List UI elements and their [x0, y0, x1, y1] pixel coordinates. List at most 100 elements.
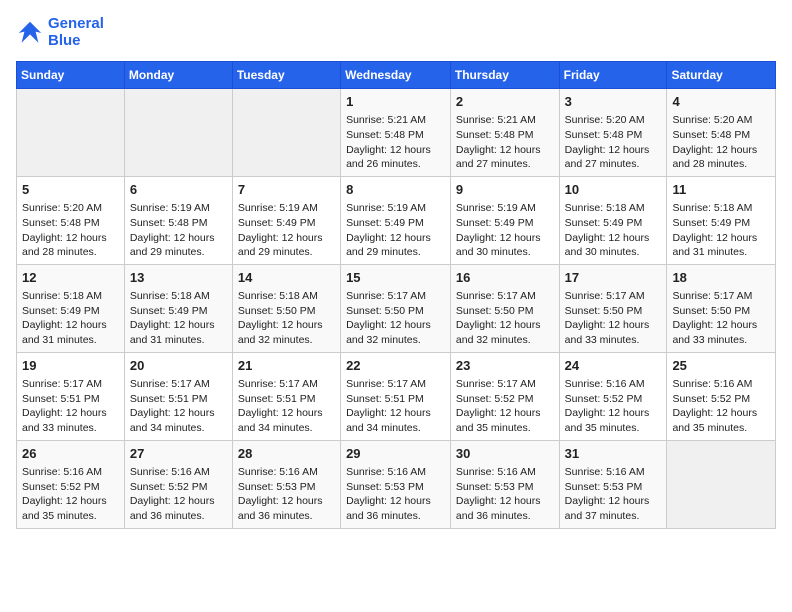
calendar-day-cell: 28Sunrise: 5:16 AMSunset: 5:53 PMDayligh… — [232, 440, 340, 528]
calendar-day-cell: 11Sunrise: 5:18 AMSunset: 5:49 PMDayligh… — [667, 176, 776, 264]
day-info: Daylight: 12 hours and 26 minutes. — [346, 143, 445, 172]
day-info: Sunset: 5:49 PM — [238, 216, 335, 231]
day-info: Sunrise: 5:21 AM — [456, 113, 554, 128]
calendar-day-cell: 10 Sunrise: 5:18 AMSunset: 5:49 PMDayligh… — [559, 176, 667, 264]
day-info: Sunrise: 5:18 AM — [565, 201, 662, 216]
day-info: Sunset: 5:49 PM — [130, 304, 227, 319]
day-info: Sunrise: 5:16 AM — [672, 377, 770, 392]
calendar-week-row: 19Sunrise: 5:17 AMSunset: 5:51 PMDayligh… — [17, 352, 776, 440]
day-info: Daylight: 12 hours and 32 minutes. — [456, 318, 554, 347]
day-info: Sunrise: 5:17 AM — [346, 289, 445, 304]
day-info: Daylight: 12 hours and 27 minutes. — [456, 143, 554, 172]
day-number: 12 — [22, 269, 119, 287]
day-number: 20 — [130, 357, 227, 375]
day-info: Sunset: 5:48 PM — [346, 128, 445, 143]
day-info: Daylight: 12 hours and 32 minutes. — [238, 318, 335, 347]
weekday-header-cell: Sunday — [17, 62, 125, 89]
day-info: Sunset: 5:51 PM — [22, 392, 119, 407]
day-number: 24 — [565, 357, 662, 375]
day-info: Daylight: 12 hours and 35 minutes. — [565, 406, 662, 435]
day-number: 21 — [238, 357, 335, 375]
day-info: Sunset: 5:50 PM — [238, 304, 335, 319]
calendar-day-cell: 3Sunrise: 5:20 AMSunset: 5:48 PMDaylight… — [559, 89, 667, 177]
day-info: Sunset: 5:52 PM — [456, 392, 554, 407]
day-info: Sunset: 5:53 PM — [346, 480, 445, 495]
day-info: Sunset: 5:52 PM — [565, 392, 662, 407]
calendar-day-cell: 4Sunrise: 5:20 AMSunset: 5:48 PMDaylight… — [667, 89, 776, 177]
day-info: Daylight: 12 hours and 36 minutes. — [346, 494, 445, 523]
day-info: Sunset: 5:53 PM — [456, 480, 554, 495]
calendar-day-cell: 1Sunrise: 5:21 AMSunset: 5:48 PMDaylight… — [341, 89, 451, 177]
calendar-day-cell: 25 Sunrise: 5:16 AMSunset: 5:52 PMDayligh… — [667, 352, 776, 440]
day-number: 13 — [130, 269, 227, 287]
calendar-day-cell: 30Sunrise: 5:16 AMSunset: 5:53 PMDayligh… — [450, 440, 559, 528]
day-info: Sunset: 5:48 PM — [565, 128, 662, 143]
day-number: 31 — [565, 445, 662, 463]
calendar-day-cell: 16Sunrise: 5:17 AMSunset: 5:50 PMDayligh… — [450, 264, 559, 352]
day-info: Sunset: 5:52 PM — [672, 392, 770, 407]
day-info: Sunset: 5:49 PM — [565, 216, 662, 231]
calendar-day-cell: 24Sunrise: 5:16 AMSunset: 5:52 PMDayligh… — [559, 352, 667, 440]
day-number: 3 — [565, 93, 662, 111]
day-number: 1 — [346, 93, 445, 111]
day-number: 25 — [672, 357, 770, 375]
calendar-day-cell — [124, 89, 232, 177]
weekday-header-cell: Wednesday — [341, 62, 451, 89]
day-info: Daylight: 12 hours and 29 minutes. — [346, 231, 445, 260]
day-number: 26 — [22, 445, 119, 463]
day-info: Sunrise: 5:16 AM — [238, 465, 335, 480]
day-info: Sunrise: 5:17 AM — [22, 377, 119, 392]
day-info: Daylight: 12 hours and 33 minutes. — [565, 318, 662, 347]
day-info: Sunset: 5:48 PM — [130, 216, 227, 231]
calendar-day-cell: 22Sunrise: 5:17 AMSunset: 5:51 PMDayligh… — [341, 352, 451, 440]
day-info: Daylight: 12 hours and 35 minutes. — [672, 406, 770, 435]
day-info: Daylight: 12 hours and 28 minutes. — [22, 231, 119, 260]
page-header: General Blue — [16, 16, 776, 49]
day-info: Sunrise: 5:16 AM — [22, 465, 119, 480]
day-info: Sunrise: 5:19 AM — [346, 201, 445, 216]
calendar-day-cell: 20Sunrise: 5:17 AMSunset: 5:51 PMDayligh… — [124, 352, 232, 440]
day-info: Daylight: 12 hours and 31 minutes. — [130, 318, 227, 347]
day-info: Sunrise: 5:17 AM — [456, 377, 554, 392]
calendar-table: SundayMondayTuesdayWednesdayThursdayFrid… — [16, 61, 776, 529]
day-info: Sunset: 5:49 PM — [22, 304, 119, 319]
day-number: 18 — [672, 269, 770, 287]
calendar-week-row: 12Sunrise: 5:18 AMSunset: 5:49 PMDayligh… — [17, 264, 776, 352]
calendar-day-cell — [17, 89, 125, 177]
day-info: Daylight: 12 hours and 35 minutes. — [456, 406, 554, 435]
day-info: Sunrise: 5:18 AM — [238, 289, 335, 304]
calendar-day-cell: 15Sunrise: 5:17 AMSunset: 5:50 PMDayligh… — [341, 264, 451, 352]
day-info: Sunset: 5:51 PM — [238, 392, 335, 407]
day-info: Sunset: 5:49 PM — [346, 216, 445, 231]
day-number: 5 — [22, 181, 119, 199]
calendar-day-cell: 7Sunrise: 5:19 AMSunset: 5:49 PMDaylight… — [232, 176, 340, 264]
day-number: 16 — [456, 269, 554, 287]
calendar-week-row: 5Sunrise: 5:20 AMSunset: 5:48 PMDaylight… — [17, 176, 776, 264]
calendar-day-cell: 2Sunrise: 5:21 AMSunset: 5:48 PMDaylight… — [450, 89, 559, 177]
day-number: 10 — [565, 181, 662, 199]
day-info: Sunset: 5:52 PM — [22, 480, 119, 495]
day-info: Daylight: 12 hours and 33 minutes. — [22, 406, 119, 435]
calendar-day-cell: 23Sunrise: 5:17 AMSunset: 5:52 PMDayligh… — [450, 352, 559, 440]
day-info: Sunrise: 5:17 AM — [346, 377, 445, 392]
day-info: Sunrise: 5:16 AM — [130, 465, 227, 480]
day-info: Daylight: 12 hours and 30 minutes. — [565, 231, 662, 260]
day-info: Daylight: 12 hours and 34 minutes. — [130, 406, 227, 435]
day-info: Daylight: 12 hours and 35 minutes. — [22, 494, 119, 523]
day-info: Sunset: 5:49 PM — [672, 216, 770, 231]
day-info: Sunset: 5:50 PM — [346, 304, 445, 319]
day-info: Sunset: 5:49 PM — [456, 216, 554, 231]
day-info: Daylight: 12 hours and 31 minutes. — [22, 318, 119, 347]
day-number: 11 — [672, 181, 770, 199]
day-info: Daylight: 12 hours and 37 minutes. — [565, 494, 662, 523]
calendar-day-cell: 13Sunrise: 5:18 AMSunset: 5:49 PMDayligh… — [124, 264, 232, 352]
day-info: Sunrise: 5:18 AM — [22, 289, 119, 304]
day-number: 27 — [130, 445, 227, 463]
calendar-day-cell: 12 Sunrise: 5:18 AMSunset: 5:49 PMDayligh… — [17, 264, 125, 352]
day-number: 2 — [456, 93, 554, 111]
calendar-day-cell: 8Sunrise: 5:19 AMSunset: 5:49 PMDaylight… — [341, 176, 451, 264]
day-info: Sunset: 5:53 PM — [565, 480, 662, 495]
day-number: 14 — [238, 269, 335, 287]
calendar-week-row: 1Sunrise: 5:21 AMSunset: 5:48 PMDaylight… — [17, 89, 776, 177]
day-info: Sunrise: 5:17 AM — [456, 289, 554, 304]
